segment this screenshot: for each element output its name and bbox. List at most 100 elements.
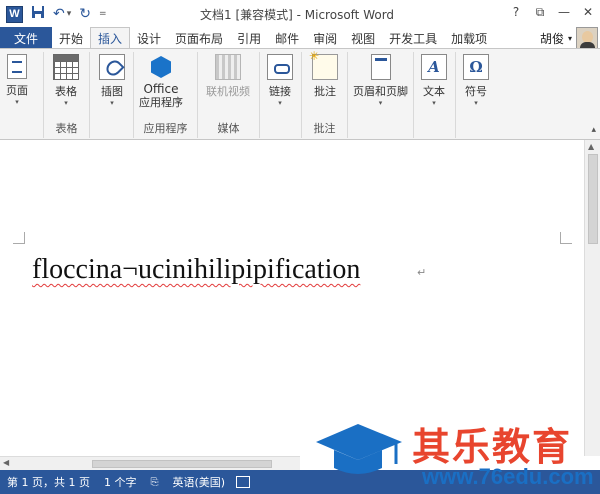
tab-insert[interactable]: 插入 [90,27,131,49]
group-text: A 文本 ▾ [414,52,456,138]
illustrations-button[interactable]: 插图 ▾ [99,54,125,108]
user-account[interactable]: 胡俊 ▾ [540,27,600,49]
group-tables: 表格 ▾ 表格 [44,52,90,138]
link-icon [267,54,293,80]
chevron-down-icon: ▾ [378,99,383,107]
links-button[interactable]: 链接 ▾ [267,54,293,108]
group-label-comments: 批注 [313,122,336,135]
header-icon [370,54,391,80]
tab-page-layout[interactable]: 页面布局 [168,27,230,49]
graduation-cap-icon [316,424,402,474]
tab-view[interactable]: 视图 [344,27,382,49]
office-icon [148,54,174,80]
vertical-scrollbar[interactable]: ▲ [584,140,600,456]
help-icon[interactable]: ? [504,0,528,24]
user-name[interactable]: 胡俊 [540,30,564,47]
title-bar: W ↶ ▾ ↻ = 文档1 [兼容模式] - Microsoft Word ? … [0,0,600,27]
tab-developer[interactable]: 开发工具 [382,27,444,49]
header-footer-button[interactable]: 页眉和页脚 ▾ [353,54,408,108]
tab-addins[interactable]: 加载项 [444,27,494,49]
language[interactable]: 英语(美国) [165,474,232,490]
pages-label: 页面 [6,84,28,97]
links-label: 链接 [269,85,291,98]
word-count[interactable]: 1 个字 [97,474,144,490]
chevron-down-icon: ▾ [278,99,282,107]
group-pages: 页面 ▾ [0,52,44,138]
page-count[interactable]: 第 1 页，共 1 页 [0,474,97,490]
avatar[interactable] [576,27,598,49]
chevron-down-icon: ▾ [474,99,478,107]
scroll-thumb[interactable] [588,154,598,244]
undo-dropdown-icon[interactable]: ▾ [67,9,72,19]
header-footer-label: 页眉和页脚 [353,85,408,98]
minimize-icon[interactable]: — [552,0,576,24]
group-illustrations: 插图 ▾ [90,52,134,138]
close-icon[interactable]: ✕ [576,0,600,24]
office-apps-label-line2: 应用程序 [139,96,183,109]
page-icon [7,54,27,79]
word-logo-icon[interactable]: W [6,5,23,23]
horizontal-scrollbar[interactable]: ◀ [0,456,300,470]
watermark: 其乐教育 www.76edu.com [302,416,600,494]
document-text[interactable]: floccina¬ucinihilipipification [32,254,360,286]
text-box-icon: A [421,54,447,80]
watermark-url: www.76edu.com [422,464,594,489]
table-label: 表格 [55,85,77,98]
illustrations-label: 插图 [101,85,123,98]
comment-button[interactable]: 批注 [309,49,338,99]
redo-icon[interactable]: ↻ [79,6,91,22]
picture-icon [99,54,125,80]
scroll-thumb-horizontal[interactable] [92,460,272,468]
undo-icon[interactable]: ↶ [53,6,65,22]
ribbon-tabs: 文件 开始 插入 设计 页面布局 引用 邮件 审阅 视图 开发工具 加载项 胡俊… [0,27,600,49]
pages-button[interactable]: 页面 ▾ [6,54,28,107]
chevron-down-icon: ▾ [432,99,436,107]
group-apps: Office 应用程序 应用程序 [134,52,198,138]
document-canvas[interactable] [0,140,584,456]
table-icon [53,54,79,80]
window-controls: ? ⧉ — ✕ [504,0,600,24]
proofing-icon[interactable]: ⎘ [143,477,165,488]
window-title: 文档1 [兼容模式] - Microsoft Word [200,8,395,22]
scroll-left-icon[interactable]: ◀ [3,458,9,467]
group-links: 链接 ▾ [260,52,302,138]
watermark-title: 其乐教育 [412,425,573,469]
group-label-apps: 应用程序 [143,122,188,135]
tab-references[interactable]: 引用 [230,27,268,49]
tab-file[interactable]: 文件 [0,27,52,49]
chevron-down-icon: ▾ [15,98,19,106]
symbols-label: 符号 [465,85,487,98]
crop-mark-top-right [560,232,572,244]
collapse-ribbon-icon[interactable]: ▴ [591,125,596,135]
scroll-up-icon[interactable]: ▲ [588,142,594,151]
tab-home[interactable]: 开始 [52,27,90,49]
group-label-tables: 表格 [55,122,78,135]
office-apps-label-line1: Office [143,82,179,96]
office-apps-button[interactable]: Office 应用程序 [139,54,183,110]
paragraph-mark: ↵ [417,266,427,279]
customize-qat-icon[interactable]: = [99,9,107,19]
tab-design[interactable]: 设计 [130,27,168,49]
omega-icon: Ω [463,54,489,80]
online-video-label: 联机视频 [206,85,250,98]
crop-mark-top-left [13,232,25,244]
table-button[interactable]: 表格 ▾ [53,54,79,108]
tab-review[interactable]: 审阅 [306,27,344,49]
save-icon[interactable] [31,5,45,23]
online-video-button: 联机视频 [206,54,250,99]
tab-mailings[interactable]: 邮件 [268,27,306,49]
group-header-footer: 页眉和页脚 ▾ [348,52,414,138]
ribbon: 页面 ▾ 表格 ▾ 表格 插图 ▾ Office 应用程序 应用程序 联机视频 … [0,48,600,140]
video-icon [215,54,241,80]
chevron-down-icon: ▾ [110,99,114,107]
symbols-button[interactable]: Ω 符号 ▾ [463,54,489,108]
group-media: 联机视频 媒体 [198,52,260,138]
group-comments: 批注 批注 [302,49,348,138]
ribbon-display-icon[interactable]: ⧉ [528,0,552,24]
group-symbols: Ω 符号 ▾ [456,52,498,138]
text-button[interactable]: A 文本 ▾ [421,54,447,108]
chevron-down-icon[interactable]: ▾ [568,34,572,43]
read-mode-icon[interactable] [236,476,251,488]
quick-access-toolbar: W ↶ ▾ ↻ = [6,5,107,23]
chevron-down-icon: ▾ [64,99,68,107]
